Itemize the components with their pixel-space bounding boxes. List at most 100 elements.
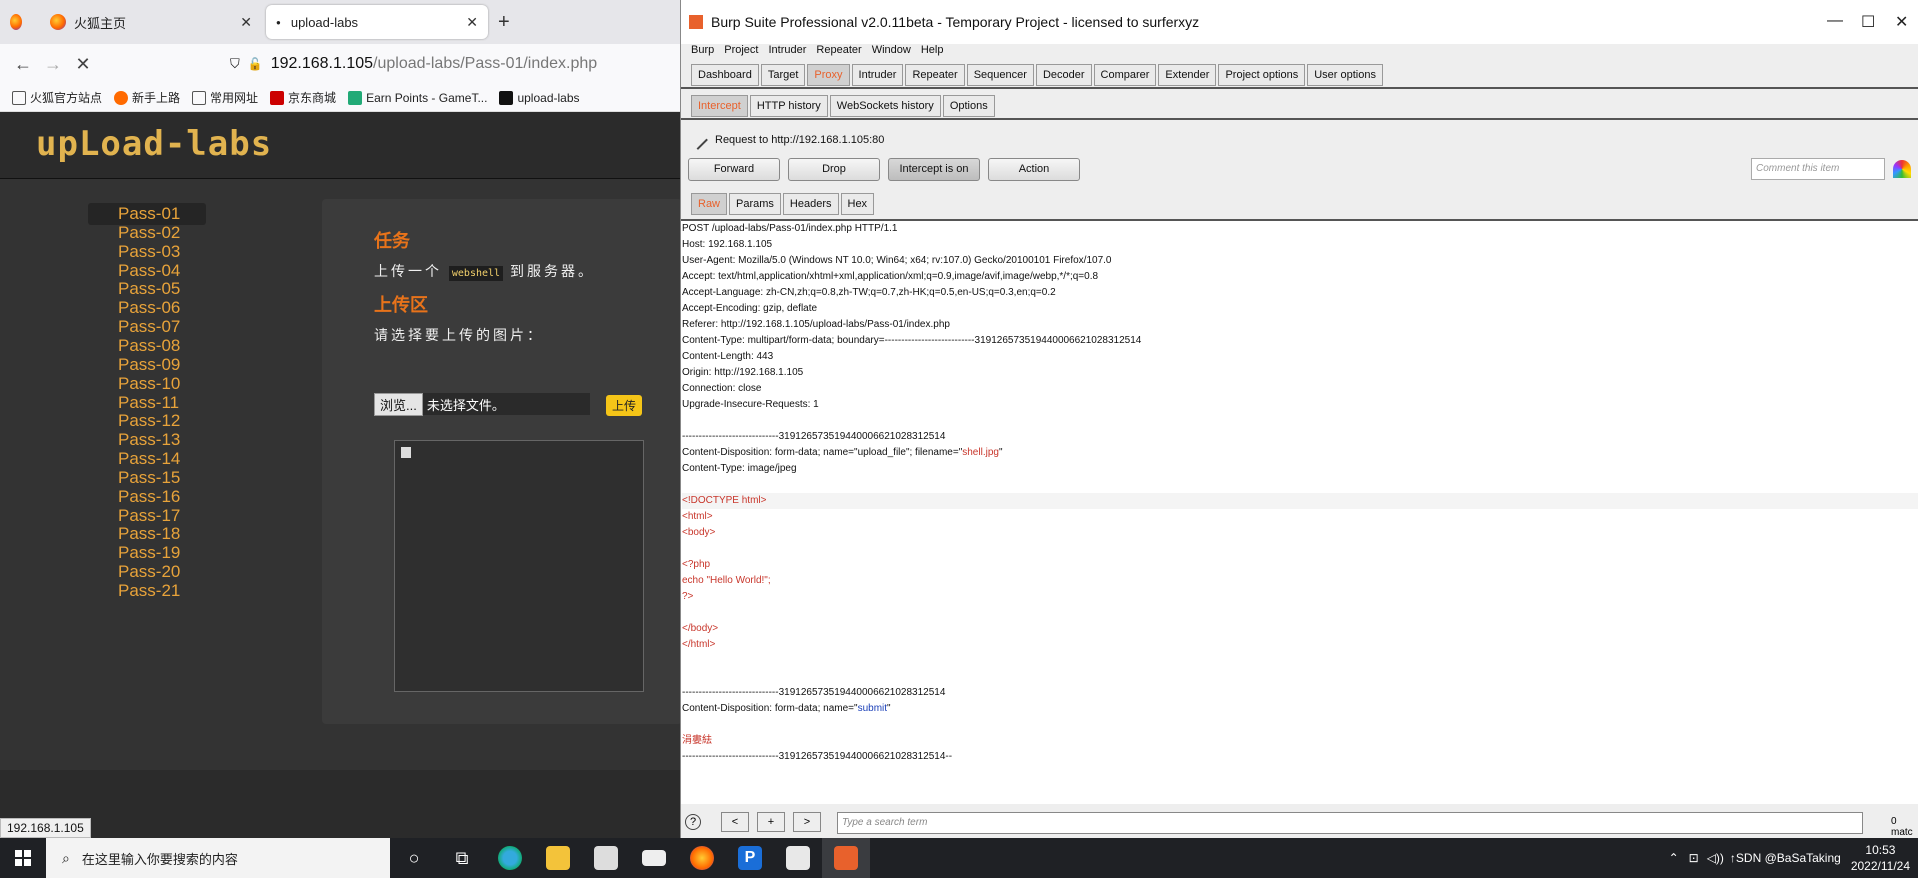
tab-repeater[interactable]: Repeater: [905, 64, 965, 86]
tab-comparer[interactable]: Comparer: [1093, 64, 1157, 86]
tab-user-options[interactable]: User options: [1307, 64, 1383, 86]
minimize-icon[interactable]: —: [1827, 12, 1843, 30]
bookmark-item[interactable]: 新手上路: [114, 89, 180, 106]
p-app-icon[interactable]: P: [726, 838, 774, 878]
tab-firefox-home[interactable]: 火狐主页 ✕: [40, 5, 262, 39]
bookmark-item[interactable]: 京东商城: [270, 89, 336, 106]
tab-target[interactable]: Target: [760, 64, 806, 86]
forward-icon[interactable]: →: [38, 54, 68, 75]
intercept-toggle-button[interactable]: Intercept is on: [888, 158, 980, 181]
taskbar-search[interactable]: ⌕ 在这里输入你要搜索的内容: [46, 838, 390, 878]
previous-match-button[interactable]: <: [721, 812, 749, 832]
close-tab-icon[interactable]: ✕: [466, 14, 478, 31]
sidebar-item-pass-21[interactable]: Pass-21: [88, 580, 206, 602]
stop-icon[interactable]: ✕: [68, 54, 98, 75]
task-view-icon[interactable]: ⧉: [438, 838, 486, 878]
search-input[interactable]: Type a search term: [837, 812, 1863, 834]
tab-proxy[interactable]: Proxy: [807, 64, 850, 86]
action-button[interactable]: Action: [988, 158, 1080, 181]
search-bar: ? < + > Type a search term 0 matc: [681, 808, 1918, 838]
network-icon[interactable]: ⊡: [1689, 851, 1699, 865]
insecure-lock-icon: 🔓: [247, 57, 263, 71]
tab-project-options[interactable]: Project options: [1218, 64, 1306, 86]
back-icon[interactable]: ←: [8, 54, 38, 75]
main-tabs: Dashboard Target Proxy Intruder Repeater Sequ…: [691, 64, 1385, 86]
request-line: Connection: close: [682, 383, 762, 394]
request-line: Content-Disposition: form-data; name="su…: [682, 703, 891, 714]
tab-sequencer[interactable]: Sequencer: [966, 64, 1034, 86]
tab-dashboard[interactable]: Dashboard: [691, 64, 759, 86]
drop-button[interactable]: Drop: [788, 158, 880, 181]
tab-raw[interactable]: Raw: [691, 193, 728, 215]
menu-window[interactable]: Window: [872, 44, 911, 60]
url-host: 192.168.1.105: [270, 55, 374, 72]
request-line: echo "Hello World!";: [682, 575, 771, 586]
cortana-icon[interactable]: ○: [390, 838, 438, 878]
request-line: Origin: http://192.168.1.105: [682, 367, 804, 378]
tab-hex[interactable]: Hex: [840, 193, 875, 215]
chevron-up-icon[interactable]: ⌃: [1669, 851, 1679, 865]
window-title: Burp Suite Professional v2.0.11beta - Te…: [711, 14, 1200, 30]
upload-button[interactable]: 上传: [606, 395, 643, 416]
menu-repeater[interactable]: Repeater: [816, 44, 861, 60]
help-icon[interactable]: ?: [685, 814, 701, 830]
close-tab-icon[interactable]: ✕: [240, 14, 252, 31]
menu-intruder[interactable]: Intruder: [769, 44, 807, 60]
menu-help[interactable]: Help: [921, 44, 944, 60]
request-line: [682, 413, 1918, 429]
edge-icon[interactable]: [486, 838, 534, 878]
request-editor[interactable]: POST /upload-labs/Pass-01/index.php HTTP…: [681, 219, 1918, 804]
bookmark-item[interactable]: upload-labs: [499, 90, 580, 105]
start-button[interactable]: [0, 838, 46, 878]
burp-logo-icon: [689, 15, 703, 29]
mail-icon[interactable]: [630, 838, 678, 878]
divider: [681, 118, 1918, 120]
bookmark-item[interactable]: Earn Points - GameT...: [348, 90, 487, 105]
proxy-tabs: Intercept HTTP history WebSockets history O…: [691, 95, 997, 117]
system-tray: ⌃ ⊡ ◁)) ↑SDN @BaSaTaking 10:53 2022/11/2…: [1669, 838, 1910, 878]
windows-taskbar: ⌕ 在这里输入你要搜索的内容 ○ ⧉ P ⌃ ⊡ ◁)) ↑SDN @BaSaT…: [0, 838, 1918, 878]
maximize-icon[interactable]: ☐: [1861, 12, 1875, 32]
firefox-menu-tab[interactable]: [0, 5, 40, 39]
clock[interactable]: 10:53 2022/11/24: [1851, 842, 1910, 874]
volume-icon[interactable]: ◁)): [1707, 851, 1724, 865]
browse-button[interactable]: 浏览...: [374, 392, 423, 416]
tab-options[interactable]: Options: [942, 95, 995, 117]
burp-taskbar-icon[interactable]: [822, 838, 870, 878]
tab-decoder[interactable]: Decoder: [1035, 64, 1092, 86]
firefox-taskbar-icon[interactable]: [678, 838, 726, 878]
java-icon[interactable]: [774, 838, 822, 878]
highlight-color-icon[interactable]: [1893, 160, 1911, 178]
request-line: -----------------------------31912657351…: [682, 751, 953, 762]
forward-button[interactable]: Forward: [688, 158, 780, 181]
file-explorer-icon[interactable]: [534, 838, 582, 878]
search-icon: ⌕: [62, 849, 70, 866]
menu-burp[interactable]: Burp: [691, 44, 714, 60]
file-input[interactable]: 浏览... 未选择文件。: [374, 392, 590, 416]
tab-extender[interactable]: Extender: [1158, 64, 1217, 86]
new-tab-icon[interactable]: +: [498, 11, 510, 34]
tab-intercept[interactable]: Intercept: [691, 95, 748, 117]
next-match-button[interactable]: >: [793, 812, 821, 832]
request-line: ?>: [682, 591, 694, 602]
gametime-icon: [348, 90, 363, 105]
store-icon[interactable]: [582, 838, 630, 878]
menu-project[interactable]: Project: [724, 44, 758, 60]
add-icon[interactable]: +: [757, 812, 785, 832]
tab-upload-labs[interactable]: ● upload-labs ✕: [266, 5, 488, 39]
task-description: 上传一个 webshell 到服务器。: [374, 263, 595, 281]
upload-labs-logo[interactable]: upLoad-labs: [36, 124, 272, 164]
bookmark-folder[interactable]: 火狐官方站点: [12, 89, 102, 106]
url-bar[interactable]: ⛉ 🔓 192.168.1.105/upload-labs/Pass-01/in…: [230, 49, 670, 79]
close-icon[interactable]: ✕: [1895, 12, 1908, 32]
input-method-indicator[interactable]: ↑SDN @BaSaTaking: [1730, 851, 1841, 865]
page-content: Pass-01 Pass-02 Pass-03 Pass-04 Pass-05 Pass-…: [0, 178, 680, 770]
comment-input[interactable]: Comment this item: [1751, 158, 1885, 180]
tab-headers[interactable]: Headers: [782, 193, 839, 215]
tab-params[interactable]: Params: [729, 193, 781, 215]
bookmark-folder[interactable]: 常用网址: [192, 89, 258, 106]
tab-http-history[interactable]: HTTP history: [749, 95, 828, 117]
tab-intruder[interactable]: Intruder: [851, 64, 904, 86]
tab-websockets-history[interactable]: WebSockets history: [829, 95, 941, 117]
status-url: 192.168.1.105: [0, 818, 91, 838]
